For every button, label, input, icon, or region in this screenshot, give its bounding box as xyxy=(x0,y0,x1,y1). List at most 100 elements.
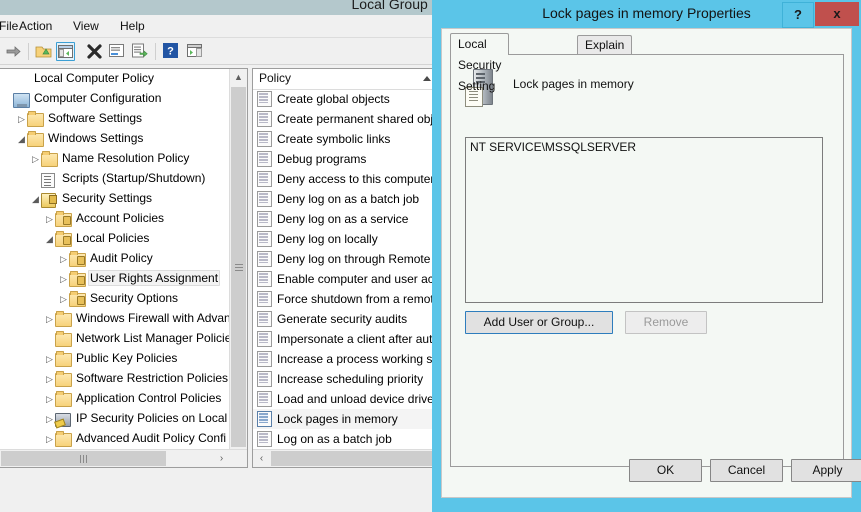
policy-hscroll-left-icon[interactable]: ‹ xyxy=(253,450,270,467)
tree-node[interactable]: ▷Security Options xyxy=(0,289,230,309)
tree-node[interactable]: ▷Name Resolution Policy xyxy=(0,149,230,169)
lock-folder-icon-shape xyxy=(69,253,86,267)
policy-hscroll-thumb[interactable] xyxy=(271,451,436,466)
tree-node[interactable]: ▷Local Computer Policy xyxy=(0,69,230,89)
tree-node[interactable]: ▷Account Policies xyxy=(0,209,230,229)
export-list-icon[interactable] xyxy=(131,42,150,61)
show-hide-action-pane-icon[interactable] xyxy=(186,42,205,61)
show-hide-console-tree-icon[interactable] xyxy=(56,42,75,61)
delete-icon[interactable] xyxy=(85,42,104,61)
menu-item-help[interactable]: Help xyxy=(115,18,150,34)
tree-node[interactable]: ▷Public Key Policies xyxy=(0,349,230,369)
console-tree[interactable]: ▷Local Computer Policy▷Computer Configur… xyxy=(0,69,230,467)
dialog-help-button[interactable]: ? xyxy=(782,2,814,28)
tree-node[interactable]: ◢Local Policies xyxy=(0,229,230,249)
column-header-policy[interactable]: Policy xyxy=(253,69,438,88)
table-row[interactable]: Generate security audits xyxy=(253,309,437,329)
tree-node[interactable]: ▷Application Control Policies xyxy=(0,389,230,409)
tree-expand-arrow-expanded-icon[interactable]: ◢ xyxy=(30,189,41,209)
dialog-close-button[interactable]: x xyxy=(815,2,859,26)
folder-icon-shape xyxy=(55,393,72,407)
tree-hscroll-right-icon[interactable]: › xyxy=(213,450,230,467)
lock-folder-icon xyxy=(69,251,85,266)
tree-expand-arrow-collapsed-icon[interactable]: ▷ xyxy=(44,369,55,389)
tree-node[interactable]: ▷ Audit Policy xyxy=(0,249,230,269)
tree-node[interactable]: ▷Advanced Audit Policy Confi xyxy=(0,429,230,449)
table-row[interactable]: Deny access to this computer xyxy=(253,169,437,189)
tree-expand-arrow-collapsed-icon[interactable]: ▷ xyxy=(44,409,55,429)
tree-node[interactable]: ▷IP Security Policies on Local C xyxy=(0,409,230,429)
tree-expand-arrow-collapsed-icon[interactable]: ▷ xyxy=(44,209,55,229)
table-row[interactable]: Increase a process working set xyxy=(253,349,437,369)
back-arrow-icon[interactable] xyxy=(4,42,23,61)
menu-item-action[interactable]: Action xyxy=(14,18,57,34)
tree-horizontal-scrollbar[interactable]: › xyxy=(0,449,247,467)
tree-expand-arrow-collapsed-icon[interactable]: ▷ xyxy=(30,149,41,169)
table-row[interactable]: Deny log on through Remote xyxy=(253,249,437,269)
apply-button[interactable]: Apply xyxy=(791,459,861,482)
tree-node[interactable]: ◢Security Settings xyxy=(0,189,230,209)
table-row[interactable]: Log on as a batch job xyxy=(253,429,437,449)
tree-scroll-up-icon[interactable]: ▲ xyxy=(230,69,247,86)
table-row[interactable]: Deny log on as a batch job xyxy=(253,189,437,209)
policy-list-pane: Policy Create global objects Create perma… xyxy=(252,68,438,468)
ok-button[interactable]: OK xyxy=(629,459,702,482)
help-icon[interactable]: ? xyxy=(162,42,181,61)
table-row[interactable]: Load and unload device driver xyxy=(253,389,437,409)
tree-node[interactable]: ◢Windows Settings xyxy=(0,129,230,149)
table-row[interactable]: Create global objects xyxy=(253,89,437,109)
tree-hscroll-thumb[interactable] xyxy=(1,451,166,466)
tree-expand-arrow-collapsed-icon[interactable]: ▷ xyxy=(44,349,55,369)
add-user-or-group-button[interactable]: Add User or Group... xyxy=(465,311,613,334)
table-row[interactable]: Debug programs xyxy=(253,149,437,169)
tree-expand-arrow-expanded-icon[interactable]: ◢ xyxy=(44,229,55,249)
tree-node-label: Local Computer Policy xyxy=(32,70,156,86)
folder-icon-shape xyxy=(55,373,72,387)
up-one-level-icon[interactable] xyxy=(34,42,53,61)
table-row[interactable]: Create symbolic links xyxy=(253,129,437,149)
properties-icon[interactable] xyxy=(108,42,127,61)
table-row[interactable]: Enable computer and user acc xyxy=(253,269,437,289)
tree-expand-arrow-expanded-icon[interactable]: ◢ xyxy=(16,129,27,149)
table-row[interactable]: Increase scheduling priority xyxy=(253,369,437,389)
tree-expand-arrow-collapsed-icon[interactable]: ▷ xyxy=(58,249,69,269)
tree-expand-arrow-collapsed-icon[interactable]: ▷ xyxy=(58,269,69,289)
table-row[interactable]: Force shutdown from a remot xyxy=(253,289,437,309)
policy-name-cell: Create global objects xyxy=(277,92,390,106)
tree-node-label: Audit Policy xyxy=(88,250,155,266)
tree-node[interactable]: ▷Scripts (Startup/Shutdown) xyxy=(0,169,230,189)
policy-list-horizontal-scrollbar[interactable]: ‹ xyxy=(253,449,437,467)
tree-node[interactable]: ▷Software Settings xyxy=(0,109,230,129)
menu-item-view[interactable]: View xyxy=(68,18,104,34)
policy-list[interactable]: Create global objects Create permanent sh… xyxy=(253,89,437,450)
tree-node[interactable]: ▷Network List Manager Policie xyxy=(0,329,230,349)
tree-vertical-scrollbar[interactable]: ▲ ▼ xyxy=(229,69,247,467)
table-row[interactable]: Lock pages in memory xyxy=(253,409,437,429)
table-row[interactable]: Create permanent shared obje xyxy=(253,109,437,129)
policy-name-cell: Enable computer and user acc xyxy=(277,272,437,286)
tree-expand-arrow-collapsed-icon[interactable]: ▷ xyxy=(44,309,55,329)
tree-node[interactable]: ▷Computer Configuration xyxy=(0,89,230,109)
table-row[interactable]: Deny log on as a service xyxy=(253,209,437,229)
tree-expand-arrow-collapsed-icon[interactable]: ▷ xyxy=(44,429,55,449)
table-row[interactable]: Impersonate a client after auth xyxy=(253,329,437,349)
remove-button[interactable]: Remove xyxy=(625,311,707,334)
list-item[interactable]: NT SERVICE\MSSQLSERVER xyxy=(466,138,822,156)
policy-name-cell: Deny log on locally xyxy=(277,232,378,246)
tree-expand-arrow-collapsed-icon[interactable]: ▷ xyxy=(16,109,27,129)
folder-icon xyxy=(55,351,71,366)
tab-explain[interactable]: Explain xyxy=(577,35,632,55)
tree-node-label: Software Restriction Policies xyxy=(74,370,230,386)
dialog-body: Local Security Setting Explain Lock page… xyxy=(441,28,852,498)
tree-node[interactable]: ▷ Software Restriction Policies xyxy=(0,369,230,389)
tree-node[interactable]: ▷User Rights Assignment xyxy=(0,269,230,289)
tree-expand-arrow-collapsed-icon[interactable]: ▷ xyxy=(58,289,69,309)
tab-local-security-setting[interactable]: Local Security Setting xyxy=(450,33,509,55)
tree-scroll-thumb[interactable] xyxy=(231,87,246,447)
tree-node[interactable]: ▷Windows Firewall with Advan xyxy=(0,309,230,329)
assigned-principals-listbox[interactable]: NT SERVICE\MSSQLSERVER xyxy=(465,137,823,303)
table-row[interactable]: Deny log on locally xyxy=(253,229,437,249)
cancel-button[interactable]: Cancel xyxy=(710,459,783,482)
dialog-titlebar[interactable]: Lock pages in memory Properties ? x xyxy=(432,0,861,28)
tree-expand-arrow-collapsed-icon[interactable]: ▷ xyxy=(44,389,55,409)
